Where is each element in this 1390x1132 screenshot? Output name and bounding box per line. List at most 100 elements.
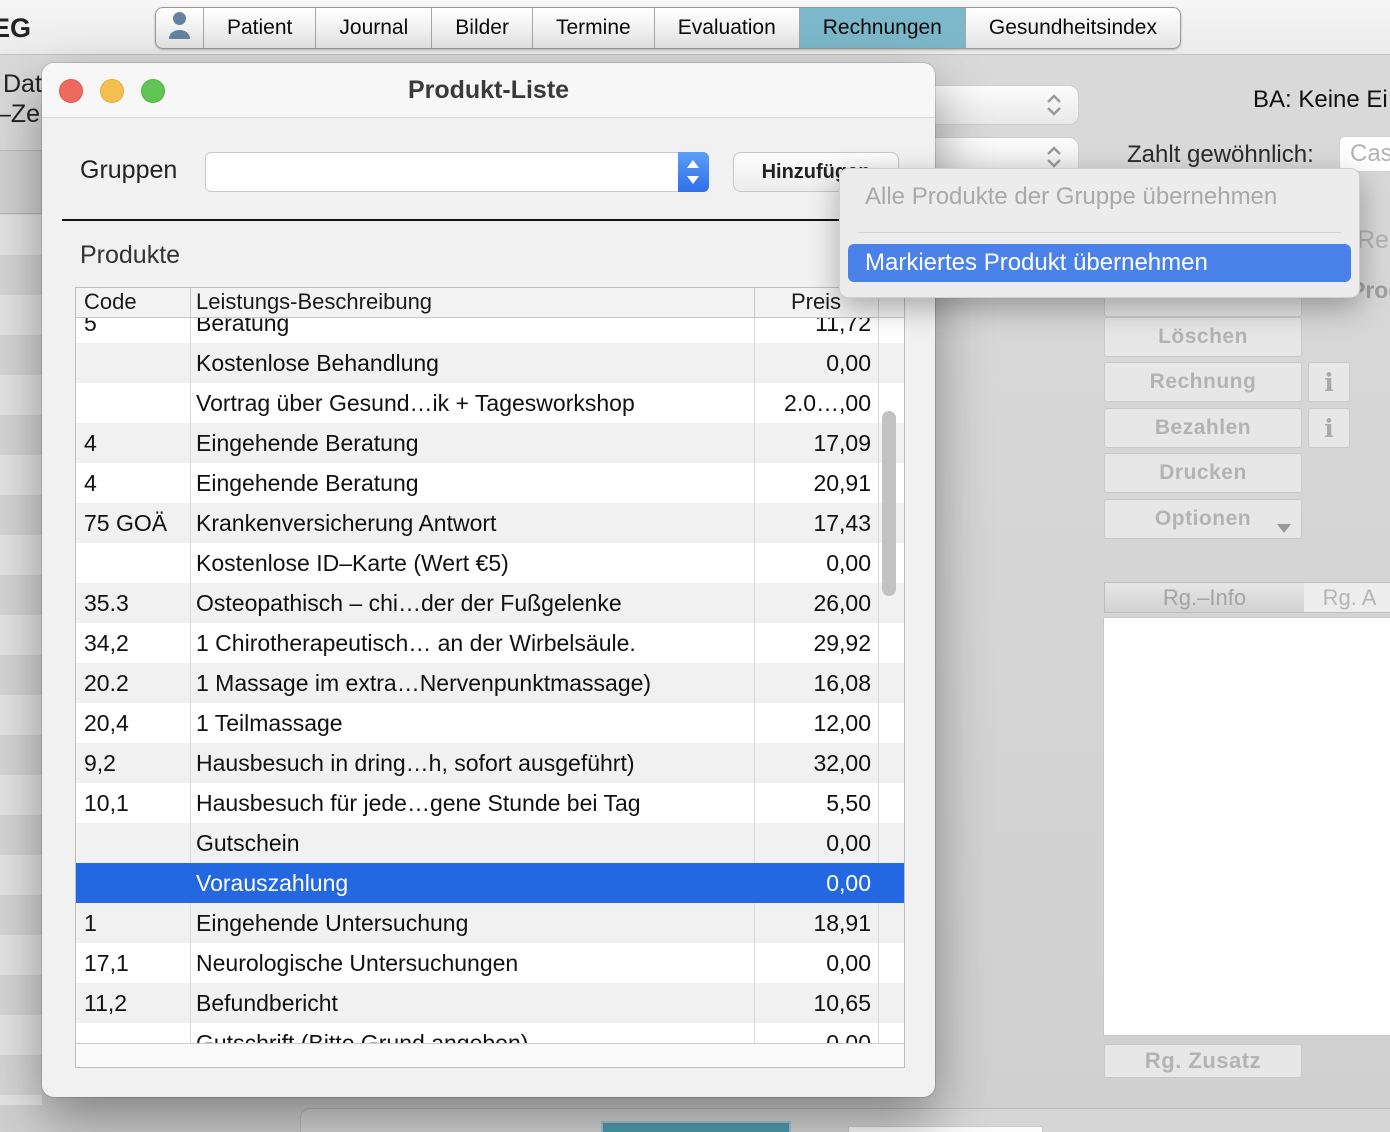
cell-price: 12,00 <box>754 710 878 737</box>
close-button[interactable] <box>59 79 83 103</box>
cell-description: Gutschrift (Bitte Grund angeben) <box>190 1030 754 1044</box>
vertical-scrollbar[interactable] <box>882 411 896 596</box>
table-row[interactable]: 4Eingehende Beratung20,91 <box>76 463 904 503</box>
table-row[interactable]: 34,21 Chirotherapeutisch… an der Wirbels… <box>76 623 904 663</box>
table-row[interactable]: Vorauszahlung0,00 <box>76 863 904 903</box>
cell-description: Krankenversicherung Antwort <box>190 510 754 537</box>
cell-price: 20,91 <box>754 470 878 497</box>
bottom-teal-button[interactable] <box>601 1121 791 1132</box>
cell-code: 17,1 <box>76 950 190 977</box>
cell-price: 18,91 <box>754 910 878 937</box>
cell-code: 20.2 <box>76 670 190 697</box>
table-row[interactable]: 10,1Hausbesuch für jede…gene Stunde bei … <box>76 783 904 823</box>
bg-dropdown-1[interactable] <box>935 85 1079 125</box>
table-row[interactable]: 20,41 Teilmassage12,00 <box>76 703 904 743</box>
table-row[interactable]: 35.3Osteopathisch – chi…der der Fußgelen… <box>76 583 904 623</box>
table-row[interactable]: Gutschein0,00 <box>76 823 904 863</box>
table-header: Code Leistungs-Beschreibung Preis <box>76 288 904 318</box>
cell-description: Osteopathisch – chi…der der Fußgelenke <box>190 590 754 617</box>
cell-price: 0,00 <box>754 350 878 377</box>
tab-termine[interactable]: Termine <box>532 8 654 48</box>
cell-price: 5,50 <box>754 790 878 817</box>
tab-patient[interactable]: Patient <box>203 8 315 48</box>
table-row[interactable]: 1Eingehende Untersuchung18,91 <box>76 903 904 943</box>
cell-description: Beratung <box>190 318 754 337</box>
table-row[interactable]: 11,2Befundbericht10,65 <box>76 983 904 1023</box>
rechnung-info-button[interactable]: i <box>1308 362 1350 402</box>
cell-description: Neurologische Untersuchungen <box>190 950 754 977</box>
cell-price: 32,00 <box>754 750 878 777</box>
menu-item-markiertes-produkt[interactable]: Markiertes Produkt übernehmen <box>848 244 1351 282</box>
main-tab-bar: PatientJournalBilderTermineEvaluationRec… <box>155 7 1181 49</box>
ba-status-text: BA: Keine Ei <box>1253 86 1388 114</box>
tab-evaluation[interactable]: Evaluation <box>654 8 799 48</box>
bg-table-header-strip <box>0 150 42 214</box>
person-icon <box>168 11 191 45</box>
cell-description: Vortrag über Gesund…ik + Tagesworkshop <box>190 390 754 417</box>
rg-zusatz-button[interactable]: Rg. Zusatz <box>1104 1044 1302 1078</box>
product-table-body: Gutschrift (Bitte Grund angeben)0,0011,2… <box>76 318 904 1043</box>
cell-price: 0,00 <box>754 550 878 577</box>
bezahlen-info-button[interactable]: i <box>1308 408 1350 448</box>
partial-rec-label: Rec <box>1357 226 1390 255</box>
table-row[interactable]: Kostenlose ID–Karte (Wert €5)0,00 <box>76 543 904 583</box>
cell-price: 29,92 <box>754 630 878 657</box>
optionen-label: Optionen <box>1155 507 1251 531</box>
rechnung-button[interactable]: Rechnung <box>1104 362 1302 402</box>
cell-price: 2.0…,00 <box>754 390 878 417</box>
cell-description: Hausbesuch in dring…h, sofort ausgeführt… <box>190 750 754 777</box>
table-row[interactable]: 5Beratung11,72 <box>76 318 904 343</box>
cell-code: 75 GOÄ <box>76 510 190 537</box>
table-row[interactable]: 9,2Hausbesuch in dring…h, sofort ausgefü… <box>76 743 904 783</box>
tab-gesundheitsindex[interactable]: Gesundheitsindex <box>965 8 1180 48</box>
loeschen-button[interactable]: Löschen <box>1104 317 1302 357</box>
table-row[interactable]: Gutschrift (Bitte Grund angeben)0,00 <box>76 1023 904 1043</box>
optionen-button[interactable]: Optionen <box>1104 499 1302 539</box>
gruppen-combobox[interactable] <box>205 152 709 192</box>
updown-chevrons-icon <box>1044 93 1064 117</box>
tab-rg-info[interactable]: Rg.–Info <box>1104 582 1305 613</box>
zahlt-dropdown[interactable]: Cas <box>1339 136 1390 172</box>
cell-description: 1 Massage im extra…Nervenpunktmassage) <box>190 670 754 697</box>
drucken-button[interactable]: Drucken <box>1104 453 1302 493</box>
bg-column-header-line2: –Ze <box>0 100 40 129</box>
patient-icon-tab[interactable] <box>156 8 203 48</box>
bg-table-rows-strip <box>0 215 42 1105</box>
minimize-button[interactable] <box>100 79 124 103</box>
table-row[interactable]: 75 GOÄKrankenversicherung Antwort17,43 <box>76 503 904 543</box>
bottom-white-button[interactable] <box>848 1126 1043 1132</box>
table-row[interactable]: Kostenlose Behandlung0,00 <box>76 343 904 383</box>
cell-price: 16,08 <box>754 670 878 697</box>
caret-down-icon <box>1277 524 1291 533</box>
produkt-liste-dialog: Produkt-Liste Gruppen Hinzufügen Produkt… <box>42 63 935 1097</box>
combobox-stepper[interactable] <box>678 152 709 192</box>
cell-code: 35.3 <box>76 590 190 617</box>
header-code[interactable]: Code <box>84 288 137 318</box>
cell-price: 0,00 <box>754 1030 878 1044</box>
product-table: Code Leistungs-Beschreibung Preis Gutsch… <box>75 287 905 1068</box>
updown-chevrons-icon <box>1044 145 1064 169</box>
cell-price: 0,00 <box>754 870 878 897</box>
cell-code: 34,2 <box>76 630 190 657</box>
table-row[interactable]: 20.21 Massage im extra…Nervenpunktmassag… <box>76 663 904 703</box>
zoom-button[interactable] <box>141 79 165 103</box>
cell-code: 4 <box>76 430 190 457</box>
table-row[interactable]: 4Eingehende Beratung17,09 <box>76 423 904 463</box>
tab-bilder[interactable]: Bilder <box>431 8 532 48</box>
chevron-up-icon <box>687 160 699 168</box>
menu-item-alle-produkte: Alle Produkte der Gruppe übernehmen <box>865 183 1277 211</box>
tab-rg-a[interactable]: Rg. A <box>1304 582 1390 613</box>
cell-description: Vorauszahlung <box>190 870 754 897</box>
cell-price: 17,09 <box>754 430 878 457</box>
cell-code: 5 <box>76 318 190 337</box>
table-empty-strip <box>76 1043 904 1067</box>
tab-journal[interactable]: Journal <box>315 8 431 48</box>
cell-code: 20,4 <box>76 710 190 737</box>
rg-info-panel <box>1103 617 1390 1036</box>
table-row[interactable]: 17,1Neurologische Untersuchungen0,00 <box>76 943 904 983</box>
header-beschreibung[interactable]: Leistungs-Beschreibung <box>196 288 432 318</box>
tab-rechnungen[interactable]: Rechnungen <box>799 8 965 48</box>
bezahlen-button[interactable]: Bezahlen <box>1104 408 1302 448</box>
table-row[interactable]: Vortrag über Gesund…ik + Tagesworkshop2.… <box>76 383 904 423</box>
dialog-title: Produkt-Liste <box>42 63 935 118</box>
